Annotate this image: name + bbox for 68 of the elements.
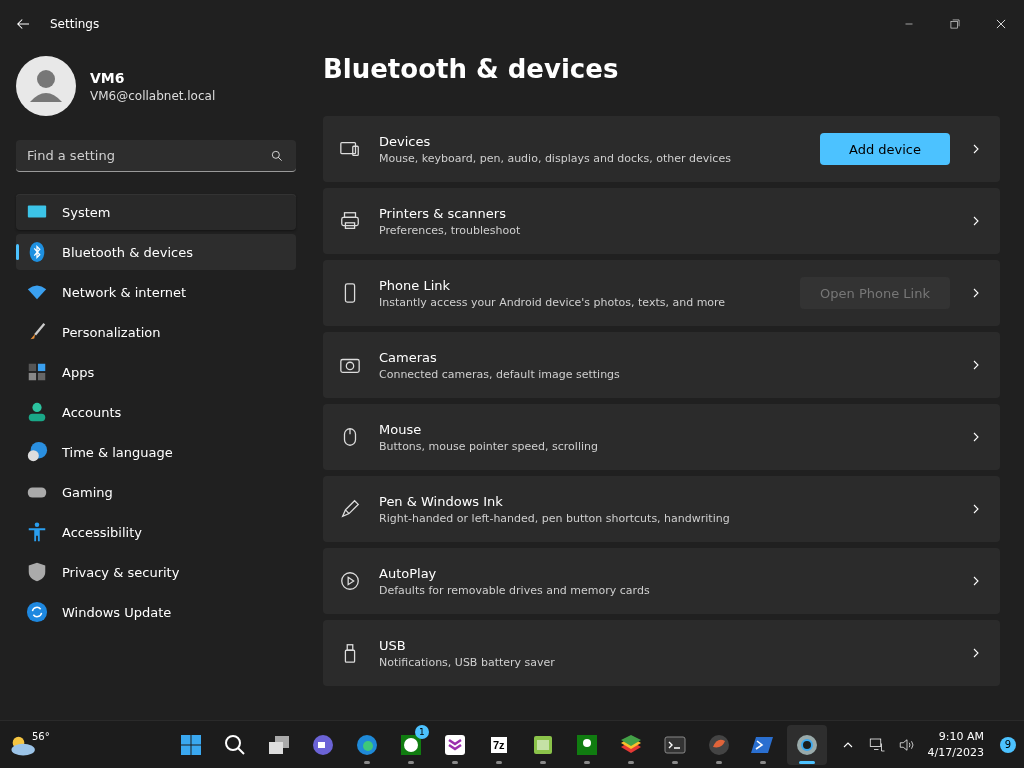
user-name: VM6 [90, 69, 126, 86]
search-field[interactable]: Find a setting [16, 140, 296, 172]
close-icon [994, 17, 1008, 31]
settings-icon [794, 732, 819, 757]
update-icon [26, 601, 48, 623]
edge-icon [354, 732, 379, 757]
card-title: Pen & Windows Ink [379, 493, 504, 509]
chat-icon [310, 732, 335, 757]
windows-logo-icon [178, 732, 203, 757]
search-icon [222, 732, 247, 757]
sidebar-item[interactable]: Bluetooth & devices [16, 234, 296, 270]
settings-card[interactable]: Mouse Buttons, mouse pointer speed, scrolling [323, 404, 1000, 470]
sidebar-item[interactable]: Accounts [16, 394, 296, 430]
sidebar-item[interactable]: Accessibility [16, 514, 296, 550]
settings-card[interactable]: Printers & scanners Preferences, troubleshoot [323, 188, 1000, 254]
person-icon [26, 401, 48, 423]
sidebar-item[interactable]: Privacy & security [16, 554, 296, 590]
page-title: Bluetooth & devices [323, 54, 620, 84]
chevrons-app-icon [442, 732, 467, 757]
card-title: Devices [379, 133, 432, 149]
action-button[interactable]: Add device [820, 133, 950, 165]
card-subtitle: Instantly access your Android device's photos, texts, and more [379, 295, 727, 309]
apps-icon [26, 361, 48, 383]
settings-card[interactable]: AutoPlay Defaults for removable drives and memory cards [323, 548, 1000, 614]
card-title: Phone Link [379, 277, 452, 293]
network-icon [867, 735, 886, 754]
clock-time[interactable]: 9:10 AM [938, 730, 984, 743]
accessibility-icon [26, 521, 48, 543]
sidebar-item[interactable]: Time & language [16, 434, 296, 470]
clock-date[interactable]: 4/17/2023 [927, 746, 984, 759]
card-title: Printers & scanners [379, 205, 507, 221]
card-subtitle: Buttons, mouse pointer speed, scrolling [379, 439, 599, 453]
sidebar-item[interactable]: System [16, 194, 296, 230]
sidebar-item[interactable]: Network & internet [16, 274, 296, 310]
sidebar-item[interactable]: Gaming [16, 474, 296, 510]
card-subtitle: Defaults for removable drives and memory cards [379, 583, 651, 597]
settings-card[interactable]: Pen & Windows Ink Right-handed or left-handed, pen button shortcuts, handwriting [323, 476, 1000, 542]
card-subtitle: Mouse, keyboard, pen, audio, displays and docks, other devices [379, 151, 732, 165]
temperature: 56° [32, 730, 50, 742]
settings-card[interactable]: Cameras Connected cameras, default image settings [323, 332, 1000, 398]
card-subtitle: Connected cameras, default image settings [379, 367, 621, 381]
card-title: Mouse [379, 421, 423, 437]
pen-icon [339, 498, 361, 520]
settings-card[interactable]: USB Notifications, USB battery saver [323, 620, 1000, 686]
window-title: Settings [50, 17, 100, 31]
card-subtitle: Preferences, troubleshoot [379, 223, 522, 237]
taskbar-app[interactable]: 7z [478, 724, 519, 765]
search-icon [270, 149, 284, 163]
sidebar-item[interactable]: Apps [16, 354, 296, 390]
card-title: Cameras [379, 349, 438, 365]
settings-card[interactable]: Devices Mouse, keyboard, pen, audio, displays and docks, other devices Add device [323, 116, 1000, 182]
card-subtitle: Notifications, USB battery saver [379, 655, 556, 669]
card-title: USB [379, 637, 407, 653]
sidebar-item[interactable]: Personalization [16, 314, 296, 350]
restore-icon [948, 17, 962, 31]
play-circle-icon [339, 570, 361, 592]
zip-app-icon: 7z [491, 736, 507, 753]
card-title: AutoPlay [379, 565, 438, 581]
user-email: VM6@collabnet.local [90, 88, 216, 103]
shield-icon [26, 561, 48, 583]
sidebar-item[interactable]: Windows Update [16, 594, 296, 630]
printer-icon [339, 210, 361, 232]
avatar [16, 56, 76, 116]
taskbar-app[interactable]: 1 [390, 724, 431, 765]
count-badge: 1 [414, 724, 429, 739]
card-subtitle: Right-handed or left-handed, pen button shortcuts, handwriting [379, 511, 731, 525]
notification-badge[interactable]: 9 [1000, 736, 1016, 753]
taskbar-app[interactable] [786, 724, 827, 765]
